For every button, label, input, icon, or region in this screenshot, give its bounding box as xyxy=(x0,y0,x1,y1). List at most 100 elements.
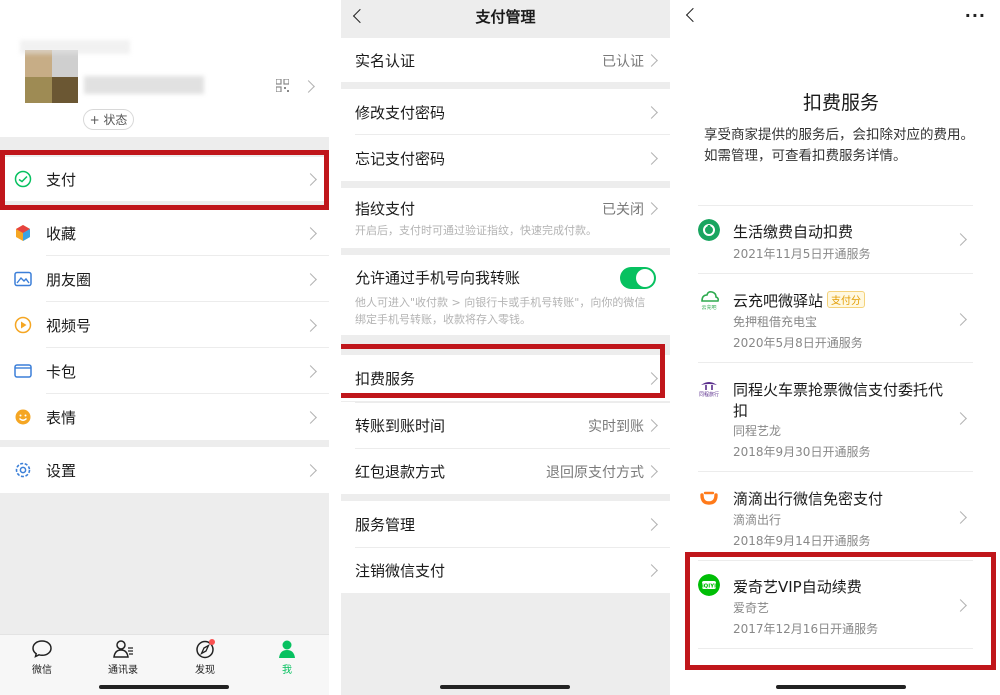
row-hint: 他人可进入"收付款 > 向银行卡或手机号转账"，向你的微信 xyxy=(355,296,646,309)
menu-item-stickers[interactable]: 表情 xyxy=(0,394,329,440)
divider xyxy=(698,273,973,274)
nav-bar: 支付管理 xyxy=(341,0,670,34)
chevron-right-icon xyxy=(645,202,658,215)
chevron-right-icon xyxy=(645,152,658,165)
discover-icon xyxy=(196,639,215,659)
row-label: 转账到账时间 xyxy=(355,417,446,435)
payment-management-panel: 支付管理 实名认证 已认证 修改支付密码 忘记支付密码 指纹支付 已关闭 开启后… xyxy=(341,0,670,695)
change-password-row[interactable]: 修改支付密码 xyxy=(341,89,670,135)
more-options-icon[interactable]: ··· xyxy=(965,6,986,25)
row-label: 指纹支付 xyxy=(355,200,416,218)
row-value: 退回原支付方式 xyxy=(546,465,644,481)
wechat-id-blurred xyxy=(84,76,204,94)
forgot-password-row[interactable]: 忘记支付密码 xyxy=(341,135,670,181)
pay-icon xyxy=(14,170,32,188)
home-indicator xyxy=(776,685,906,689)
svg-text:云充吧: 云充吧 xyxy=(701,304,716,310)
chevron-right-icon xyxy=(304,273,317,286)
me-panel: + 状态 支付 收藏 朋友圈 视频号 卡包 表情 设置 微信 通讯录 发现 我 xyxy=(0,0,329,695)
tab-chats[interactable]: 微信 xyxy=(12,639,72,676)
chevron-right-icon xyxy=(645,54,658,67)
cards-icon xyxy=(14,364,32,378)
stickers-icon xyxy=(15,409,31,425)
menu-item-channels[interactable]: 视频号 xyxy=(0,302,329,348)
service-item[interactable]: 生活缴费自动扣费 2021年11月5日开通服务 xyxy=(698,219,971,263)
divider xyxy=(698,471,973,472)
row-label: 扣费服务 xyxy=(355,370,416,388)
service-management-row[interactable]: 服务管理 xyxy=(341,501,670,547)
fingerprint-row[interactable]: 指纹支付 已关闭 开启后，支付时可通过验证指纹，快速完成付款。 xyxy=(341,188,670,248)
row-label: 忘记支付密码 xyxy=(355,150,446,168)
chevron-right-icon xyxy=(304,464,317,477)
svg-text:iQIYI: iQIYI xyxy=(702,584,716,590)
divider xyxy=(698,205,973,206)
tab-label: 微信 xyxy=(32,665,52,676)
menu-label: 卡包 xyxy=(46,363,77,381)
service-name: 爱奇艺VIP自动续费 xyxy=(733,578,862,596)
red-packet-refund-row[interactable]: 红包退款方式 退回原支付方式 xyxy=(341,448,670,494)
tab-discover[interactable]: 发现 xyxy=(175,639,235,676)
page-description: 享受商家提供的服务后，会扣除对应的费用。如需管理，可查看扣费服务详情。 xyxy=(704,127,974,164)
service-name-continued: 扣 xyxy=(733,402,749,420)
service-name: 生活缴费自动扣费 xyxy=(733,223,854,241)
service-item[interactable]: iQIYI 爱奇艺VIP自动续费 爱奇艺 2017年12月16日开通服务 xyxy=(698,574,971,638)
service-date: 2020年5月8日开通服务 xyxy=(733,336,863,350)
row-label: 修改支付密码 xyxy=(355,104,446,122)
service-item[interactable]: 云充吧 云充吧微驿站 支付分 免押租借充电宝 2020年5月8日开通服务 xyxy=(698,288,971,352)
chevron-right-icon xyxy=(302,80,315,93)
service-item[interactable]: 同程旅行 同程火车票抢票微信支付委托代 扣 同程艺龙 2018年9月30日开通服… xyxy=(698,377,971,461)
status-button[interactable]: + 状态 xyxy=(83,109,134,130)
chevron-right-icon xyxy=(954,412,967,425)
chevron-right-icon xyxy=(304,411,317,424)
service-merchant: 滴滴出行 xyxy=(733,513,782,527)
qr-code-icon[interactable] xyxy=(276,79,289,92)
menu-item-pay[interactable]: 支付 xyxy=(0,157,329,201)
chevron-right-icon xyxy=(304,319,317,332)
chevron-right-icon xyxy=(954,511,967,524)
chevron-right-icon xyxy=(954,313,967,326)
moments-icon xyxy=(14,271,32,287)
real-name-row[interactable]: 实名认证 已认证 xyxy=(341,38,670,82)
menu-item-cards[interactable]: 卡包 xyxy=(0,348,329,394)
chevron-right-icon xyxy=(645,106,658,119)
chevron-right-icon xyxy=(645,564,658,577)
menu-label: 支付 xyxy=(46,171,77,189)
menu-label: 表情 xyxy=(46,409,77,427)
menu-item-settings[interactable]: 设置 xyxy=(0,447,329,493)
deduction-services-panel: ··· 扣费服务 享受商家提供的服务后，会扣除对应的费用。如需管理，可查看扣费服… xyxy=(682,0,1000,695)
service-date: 2018年9月14日开通服务 xyxy=(733,534,871,548)
menu-label: 视频号 xyxy=(46,317,92,335)
service-item[interactable]: 滴滴出行微信免密支付 滴滴出行 2018年9月14日开通服务 xyxy=(698,486,971,550)
menu-item-moments[interactable]: 朋友圈 xyxy=(0,256,329,302)
tab-label: 我 xyxy=(282,665,292,676)
chevron-right-icon xyxy=(645,419,658,432)
tab-me[interactable]: 我 xyxy=(257,639,317,676)
chevron-right-icon xyxy=(304,365,317,378)
avatar[interactable] xyxy=(25,50,78,103)
transfer-arrival-row[interactable]: 转账到账时间 实时到账 xyxy=(341,402,670,448)
profile-header[interactable]: + 状态 xyxy=(0,0,329,137)
menu-item-favorites[interactable]: 收藏 xyxy=(0,210,329,256)
deduction-service-row[interactable]: 扣费服务 xyxy=(341,355,670,401)
phone-transfer-toggle[interactable] xyxy=(620,267,656,289)
chevron-right-icon xyxy=(645,372,658,385)
favorites-icon xyxy=(16,225,30,241)
me-icon xyxy=(279,640,295,658)
service-name: 滴滴出行微信免密支付 xyxy=(733,490,884,508)
divider xyxy=(698,560,973,561)
nickname-blurred xyxy=(20,40,130,54)
settings-icon xyxy=(15,462,31,478)
menu-label: 收藏 xyxy=(46,225,77,243)
didi-logo-icon xyxy=(700,491,718,505)
tab-label: 通讯录 xyxy=(108,665,138,676)
row-value: 实时到账 xyxy=(588,419,644,435)
back-arrow-icon[interactable] xyxy=(685,7,701,23)
credit-score-badge: 支付分 xyxy=(827,291,866,308)
back-arrow-icon[interactable] xyxy=(352,8,368,24)
row-value: 已关闭 xyxy=(602,202,644,218)
tab-contacts[interactable]: 通讯录 xyxy=(93,639,153,676)
chevron-right-icon xyxy=(954,599,967,612)
cancel-wechat-pay-row[interactable]: 注销微信支付 xyxy=(341,547,670,593)
divider xyxy=(355,448,670,449)
chat-icon xyxy=(32,640,52,658)
